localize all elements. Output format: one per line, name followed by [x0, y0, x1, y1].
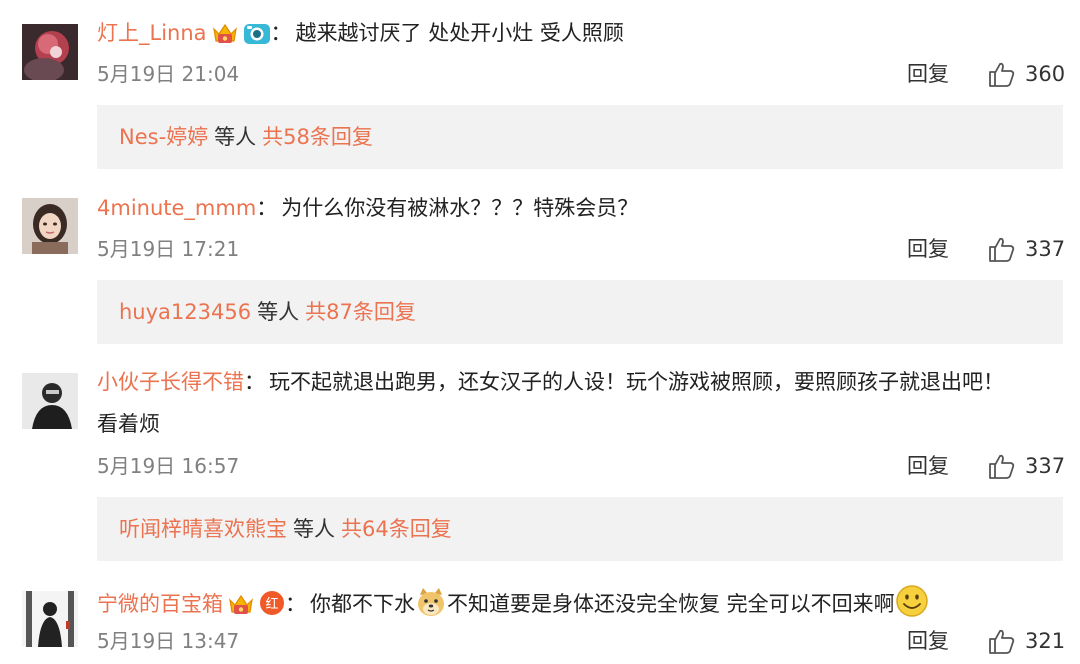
like-count: 321	[1025, 629, 1066, 653]
comment-username[interactable]: 宁微的百宝箱	[97, 592, 223, 616]
reply-button[interactable]: 回复	[907, 452, 949, 480]
comment-colon: ：	[244, 370, 265, 394]
like-button[interactable]: 337	[988, 452, 1065, 480]
comment-timestamp: 5月19日 16:57	[97, 454, 240, 478]
like-button[interactable]: 321	[988, 627, 1065, 655]
comment-colon: ：	[270, 21, 292, 45]
comment-body-continued: 不知道要是身体还没完全恢复 完全可以不回来啊	[447, 592, 895, 616]
comment-text-line: 宁微的百宝箱 红 ：你都不下水 不知道要是身体还没完全恢复 完全可以不回来啊	[97, 584, 1062, 619]
reply-summary: Nes-婷婷 等人 共58条回复	[119, 122, 373, 152]
reply-button[interactable]: 回复	[907, 60, 949, 88]
comment-colon: ：	[256, 196, 278, 220]
reply-button[interactable]: 回复	[907, 627, 949, 655]
reply-summary-count[interactable]: 共64条回复	[341, 517, 452, 541]
reply-summary-user[interactable]: 听闻梓晴喜欢熊宝	[119, 517, 287, 541]
avatar[interactable]	[22, 373, 78, 429]
reply-summary-count[interactable]: 共58条回复	[262, 125, 373, 149]
reply-summary: 听闻梓晴喜欢熊宝 等人 共64条回复	[119, 514, 452, 544]
comment-timestamp: 5月19日 21:04	[97, 62, 240, 86]
reply-summary-user[interactable]: Nes-婷婷	[119, 125, 208, 149]
reply-summary-box[interactable]: 听闻梓晴喜欢熊宝 等人 共64条回复	[97, 497, 1063, 561]
avatar[interactable]	[22, 198, 78, 254]
vip-crown-icon[interactable]	[227, 592, 255, 616]
reply-summary-box[interactable]: huya123456 等人 共87条回复	[97, 280, 1063, 344]
thumbs-up-icon	[988, 61, 1015, 88]
reply-summary-etc: 等人	[293, 517, 335, 541]
comment-text-line: 4minute_mmm： 为什么你没有被淋水？？？特殊会员？	[97, 193, 1062, 223]
doge-emoji-icon	[415, 586, 447, 618]
reply-summary-etc: 等人	[214, 125, 257, 149]
comment-body-continued: 看着烦	[97, 412, 160, 436]
smile-emoji-icon	[895, 584, 929, 618]
thumbs-up-icon	[988, 453, 1015, 480]
comment-body: 越来越讨厌了 处处开小灶 受人照顾	[295, 21, 624, 45]
comment-text-line: 灯上_Linna ：越来越讨厌了 处处开小灶 受人照顾	[97, 18, 1062, 48]
reply-summary-box[interactable]: Nes-婷婷 等人 共58条回复	[97, 105, 1063, 169]
comment-text-line: 小伙子长得不错： 玩不起就退出跑男，还女汉子的人设！玩个游戏被照顾，要照顾孩子就退…	[97, 367, 1062, 397]
avatar[interactable]	[22, 591, 78, 647]
comment-colon: ：	[285, 592, 306, 616]
comment-body: 玩不起就退出跑男，还女汉子的人设！玩个游戏被照顾，要照顾孩子就退出吧！	[269, 370, 1004, 394]
comment-username[interactable]: 小伙子长得不错	[97, 370, 244, 394]
thumbs-up-icon	[988, 628, 1015, 655]
like-button[interactable]: 337	[988, 235, 1065, 263]
thumbs-up-icon	[988, 236, 1015, 263]
comment-body: 为什么你没有被淋水？？？特殊会员？	[281, 196, 639, 220]
reply-summary: huya123456 等人 共87条回复	[119, 297, 416, 327]
comment-list: 灯上_Linna ：越来越讨厌了 处处开小灶 受人照顾 5月19日 21:04 …	[0, 0, 1080, 664]
reply-summary-etc: 等人	[257, 300, 300, 324]
vip-crown-icon[interactable]	[211, 21, 239, 45]
like-count: 337	[1025, 454, 1066, 478]
like-count: 360	[1025, 62, 1066, 86]
comment-username[interactable]: 灯上_Linna	[97, 21, 207, 45]
avatar[interactable]	[22, 24, 78, 80]
comment-username[interactable]: 4minute_mmm	[97, 196, 256, 220]
reply-summary-count[interactable]: 共87条回复	[305, 300, 416, 324]
reply-button[interactable]: 回复	[907, 235, 949, 263]
camera-badge-icon[interactable]	[243, 21, 271, 45]
like-count: 337	[1025, 237, 1066, 261]
reply-summary-user[interactable]: huya123456	[119, 300, 251, 324]
like-button[interactable]: 360	[988, 60, 1065, 88]
svg-text:红: 红	[265, 596, 278, 612]
red-badge-icon[interactable]: 红	[259, 590, 285, 616]
comment-body: 你都不下水	[310, 592, 415, 616]
comment-timestamp: 5月19日 13:47	[97, 629, 240, 653]
comment-timestamp: 5月19日 17:21	[97, 237, 240, 261]
